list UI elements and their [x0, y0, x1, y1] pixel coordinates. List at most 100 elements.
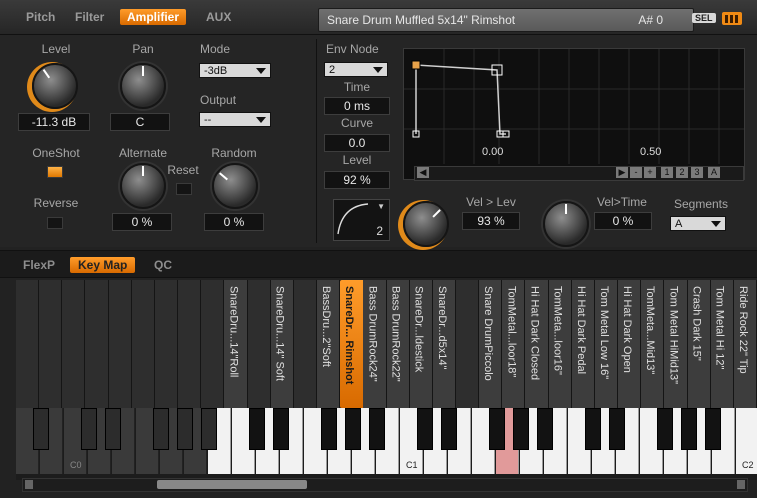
zoom-out-button[interactable]: - [630, 167, 642, 178]
vel-time-value[interactable]: 0 % [594, 212, 652, 230]
black-key[interactable] [585, 408, 601, 450]
env-node-dropdown[interactable]: 2 [324, 62, 388, 77]
env-view-1-button[interactable]: 1 [661, 167, 673, 178]
black-key[interactable] [201, 408, 217, 450]
random-knob[interactable] [212, 163, 258, 209]
keymap-slot[interactable]: Snare DrumPiccolo [479, 280, 503, 408]
scroll-right-icon[interactable] [737, 480, 745, 489]
env-view-3-button[interactable]: 3 [691, 167, 703, 178]
black-key[interactable] [345, 408, 361, 450]
pan-value[interactable]: C [110, 113, 170, 131]
keyboard[interactable]: C0 C1 C2 [16, 408, 757, 474]
reset-button[interactable] [176, 183, 192, 195]
keymap-slot-empty[interactable] [247, 280, 271, 408]
keymap-slot-empty[interactable] [85, 280, 109, 408]
zoom-in-button[interactable]: + [644, 167, 656, 178]
keymap-slot-empty[interactable] [293, 280, 318, 408]
keymap-slot[interactable]: Tom Metal Low 16" [594, 280, 619, 408]
keymap-slot-empty[interactable] [131, 280, 155, 408]
keymap-slot[interactable]: Hi Hat Dark Pedal [571, 280, 595, 408]
keymap-slot[interactable]: TomMeta...loor16" [548, 280, 572, 408]
vel-lev-value[interactable]: 93 % [462, 212, 520, 230]
keymap-slot-empty[interactable] [154, 280, 179, 408]
midi-icon[interactable] [722, 12, 742, 25]
keymap-slot-empty[interactable] [201, 280, 225, 408]
random-value[interactable]: 0 % [204, 213, 264, 231]
level-value[interactable]: -11.3 dB [18, 113, 90, 131]
keymap-slot[interactable]: SnareDr...ldestick [409, 280, 433, 408]
sel-button[interactable]: SEL [692, 13, 716, 23]
black-key[interactable] [153, 408, 169, 450]
black-key[interactable] [513, 408, 529, 450]
keymap-slot[interactable]: Hi Hat Dark Closed [525, 280, 549, 408]
key-map[interactable]: SnareDru...14"Roll SnareDru...14" Soft Bas… [16, 280, 757, 480]
black-key[interactable] [81, 408, 97, 450]
keymap-slot-empty[interactable] [62, 280, 86, 408]
segments-dropdown[interactable]: A [670, 216, 726, 231]
black-key[interactable] [33, 408, 49, 450]
black-key[interactable] [105, 408, 121, 450]
black-key[interactable] [321, 408, 337, 450]
black-key[interactable] [273, 408, 289, 450]
keymap-slot[interactable]: SnareDru...14" Soft [270, 280, 294, 408]
scroll-right-icon[interactable]: ▶ [616, 167, 628, 178]
keymap-scrollbar[interactable] [22, 478, 748, 492]
env-time-value[interactable]: 0 ms [324, 97, 390, 115]
vel-lev-knob[interactable] [403, 201, 449, 247]
black-key[interactable] [609, 408, 625, 450]
env-level-value[interactable]: 92 % [324, 171, 390, 189]
black-key[interactable] [657, 408, 673, 450]
keymap-slot[interactable]: TomMeta...Mid13" [641, 280, 665, 408]
tab-amplifier[interactable]: Amplifier [120, 9, 187, 25]
keymap-slot[interactable]: Tom Metal HiMid13" [664, 280, 688, 408]
alternate-value[interactable]: 0 % [112, 213, 172, 231]
scroll-left-icon[interactable]: ◀ [417, 167, 429, 178]
black-key[interactable] [177, 408, 193, 450]
reverse-toggle[interactable] [47, 217, 63, 229]
vel-time-knob[interactable] [543, 201, 589, 247]
oneshot-toggle[interactable] [47, 166, 63, 178]
black-key[interactable] [249, 408, 265, 450]
keymap-slot[interactable]: Hi Hat Dark Open [618, 280, 642, 408]
black-key[interactable] [417, 408, 433, 450]
black-key[interactable] [681, 408, 697, 450]
preset-display[interactable]: Snare Drum Muffled 5x14" Rimshot A# 0 [318, 8, 694, 32]
keymap-slot[interactable]: Bass DrumRock24" [363, 280, 387, 408]
tab-key-map[interactable]: Key Map [70, 257, 136, 273]
keymap-slot[interactable]: Ride Rock 22" Tip [733, 280, 757, 408]
envelope-scrollbar[interactable]: ◀ ▶ - + 1 2 3 A [414, 166, 744, 181]
keymap-slot[interactable]: Crash Dark 15" [687, 280, 711, 408]
level-knob[interactable] [32, 63, 78, 109]
tab-filter[interactable]: Filter [75, 10, 104, 24]
envelope-graph[interactable] [404, 49, 744, 179]
output-dropdown[interactable]: -- [199, 112, 271, 127]
scroll-left-icon[interactable] [25, 480, 33, 489]
env-curve-value[interactable]: 0.0 [324, 134, 390, 152]
tab-qc[interactable]: QC [154, 258, 172, 272]
keymap-slot[interactable]: Tom Metal Hi 12" [710, 280, 734, 408]
pan-knob[interactable] [120, 63, 166, 109]
tab-pitch[interactable]: Pitch [26, 10, 55, 24]
keymap-slot-empty[interactable] [178, 280, 202, 408]
env-view-a-button[interactable]: A [708, 167, 720, 178]
tab-flexp[interactable]: FlexP [23, 258, 55, 272]
black-key[interactable] [441, 408, 457, 450]
keymap-slot[interactable]: TomMetal...loor18" [502, 280, 526, 408]
scroll-thumb[interactable] [157, 480, 307, 489]
black-key[interactable] [537, 408, 553, 450]
alternate-knob[interactable] [120, 163, 166, 209]
black-key[interactable] [369, 408, 385, 450]
keymap-slot[interactable]: SnareDr...d5x14" [432, 280, 456, 408]
envelope-editor[interactable]: 0.00 0.50 [403, 48, 745, 180]
curve-type-selector[interactable]: ▼ 2 [333, 199, 390, 241]
keymap-slot[interactable]: Bass DrumRock22" [386, 280, 410, 408]
black-key[interactable] [489, 408, 505, 450]
keymap-slot[interactable]: BassDru...2"Soft [317, 280, 341, 408]
tab-aux[interactable]: AUX [206, 10, 231, 24]
keymap-slot-empty[interactable] [455, 280, 480, 408]
keymap-slot[interactable]: SnareDru...14"Roll [224, 280, 248, 408]
keymap-slot-empty[interactable] [39, 280, 63, 408]
keymap-slot-empty[interactable] [16, 280, 40, 408]
black-key[interactable] [705, 408, 721, 450]
keymap-slot-empty[interactable] [108, 280, 132, 408]
